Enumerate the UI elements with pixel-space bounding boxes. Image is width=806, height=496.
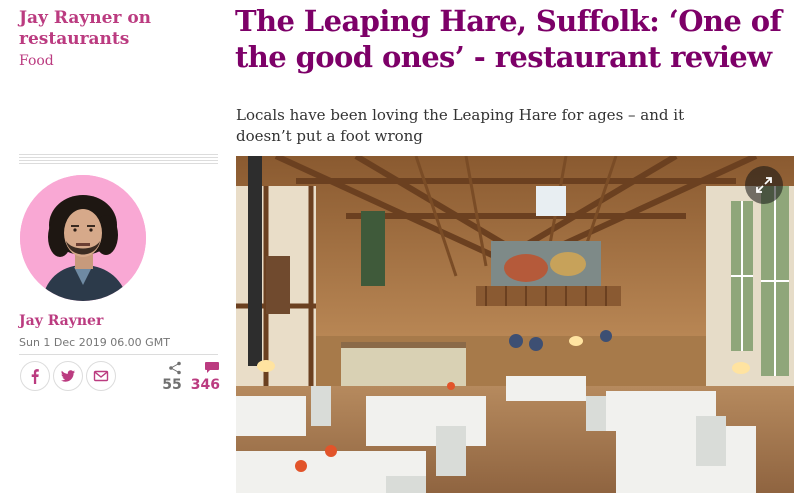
expand-image-button[interactable] (745, 166, 783, 204)
hero-image[interactable] (236, 156, 794, 493)
standfirst: Locals have been loving the Leaping Hare… (236, 106, 685, 145)
section-link[interactable]: Food (19, 53, 219, 69)
headline: The Leaping Hare, Suffolk: ‘One of the g… (235, 4, 782, 74)
expand-icon (756, 177, 772, 193)
comment-icon (205, 362, 219, 373)
share-twitter-button[interactable] (53, 361, 83, 391)
publish-date: Sun 1 Dec 2019 06.00 GMT (19, 336, 170, 349)
meta-divider (19, 354, 218, 355)
share-facebook-button[interactable] (20, 361, 50, 391)
share-count-value: 55 (162, 377, 182, 393)
avatar (20, 175, 146, 301)
share-icon (168, 361, 181, 375)
comment-count[interactable]: 346 (191, 360, 220, 394)
twitter-icon (61, 370, 75, 382)
share-count: 55 (162, 360, 182, 394)
comment-count-value[interactable]: 346 (191, 376, 220, 394)
author-portrait (20, 175, 146, 301)
author-name[interactable]: Jay Rayner (19, 313, 103, 329)
restaurant-interior-photo (236, 156, 794, 493)
share-email-button[interactable] (86, 361, 116, 391)
email-icon (93, 370, 109, 382)
facebook-icon (31, 369, 39, 384)
series-header: Jay Rayner on restaurants Food (19, 0, 219, 69)
series-title[interactable]: Jay Rayner on restaurants (19, 8, 219, 50)
divider (19, 154, 218, 166)
article-counts: 55 346 (162, 360, 220, 394)
